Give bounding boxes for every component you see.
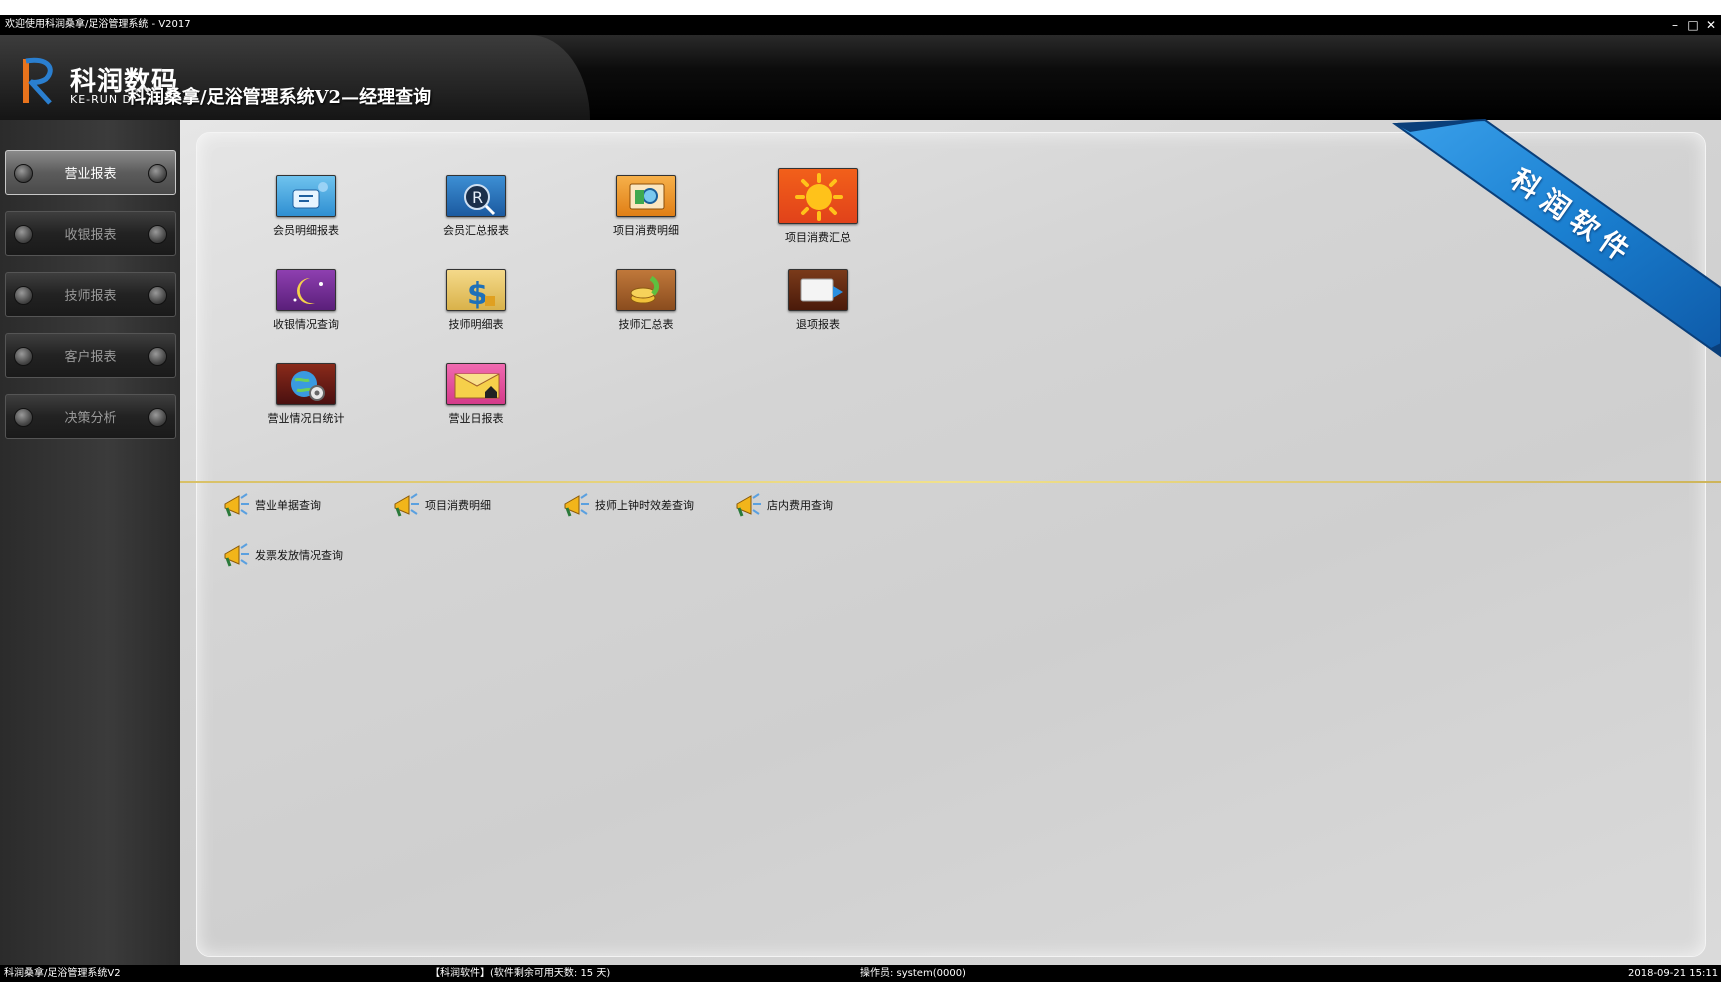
report-label: 技师汇总表 [618,318,674,331]
report-label: 退项报表 [796,318,840,331]
minimize-button[interactable]: – [1669,18,1681,32]
sidebar-item-label: 技师报表 [64,289,117,304]
moon-icon [276,269,336,311]
query-label: 技师上钟时效差查询 [595,499,694,512]
nav-dot-icon [14,225,33,244]
status-license: 【科润软件】(软件剩余可用天数: 15 天) [430,968,611,979]
svg-text:R: R [472,188,483,207]
query-label: 项目消费明细 [425,499,491,512]
query-technician-timing[interactable]: 技师上钟时效差查询 [561,492,694,518]
query-invoice-issuance[interactable]: 发票发放情况查询 [221,542,343,568]
megaphone-icon [224,543,249,567]
member-summary-icon: R [446,175,506,217]
logo-subtext: KE-RUN D [70,93,133,106]
sun-icon [778,168,858,224]
sidebar-item-business-report[interactable]: 营业报表 [5,150,176,195]
nav-dot-icon [148,347,167,366]
globe-gear-icon [276,363,336,405]
nav-dot-icon [14,347,33,366]
report-technician-summary[interactable]: 技师汇总表 [581,269,711,332]
sidebar-item-label: 客户报表 [64,350,117,365]
report-label: 营业情况日统计 [267,412,345,425]
sidebar-item-label: 收银报表 [64,228,117,243]
close-button[interactable]: ✕ [1705,18,1717,32]
home-icon [446,363,506,405]
dollar-icon: $ [446,269,506,311]
megaphone-icon [736,493,761,517]
nav-dot-icon [148,408,167,427]
megaphone-icon [394,493,419,517]
svg-text:$: $ [467,277,488,311]
maximize-button[interactable]: □ [1687,18,1699,32]
sidebar-item-label: 决策分析 [64,411,117,426]
coins-icon [616,269,676,311]
nav-dot-icon [148,225,167,244]
sidebar: 营业报表 收银报表 技师报表 客户报表 决策分析 [0,120,180,965]
status-datetime: 2018-09-21 15:11 [1628,968,1719,979]
sidebar-item-decision-analysis[interactable]: 决策分析 [5,394,176,439]
query-label: 发票发放情况查询 [255,549,343,562]
member-detail-icon [276,175,336,217]
window-controls: – □ ✕ [1669,15,1717,35]
app-header: 科润数码 KE-RUN D 科润桑拿/足浴管理系统V2—经理查询 [0,35,1721,120]
nav-dot-icon [14,286,33,305]
section-divider [180,481,1721,483]
return-icon [788,269,848,311]
nav-dot-icon [148,286,167,305]
report-label: 营业日报表 [448,412,504,425]
item-detail-icon [616,175,676,217]
megaphone-icon [564,493,589,517]
status-bar: 科润桑拿/足浴管理系统V2 【科润软件】(软件剩余可用天数: 15 天) 操作员… [0,965,1721,982]
query-store-expenses[interactable]: 店内费用查询 [733,492,833,518]
sidebar-item-label: 营业报表 [64,167,117,182]
nav-dot-icon [14,408,33,427]
report-item-detail[interactable]: 项目消费明细 [581,175,711,238]
megaphone-icon [224,493,249,517]
report-daily-stats[interactable]: 营业情况日统计 [241,363,371,426]
logo-r-icon [23,57,53,105]
report-label: 项目消费汇总 [785,231,851,244]
report-label: 项目消费明细 [613,224,679,237]
report-daily-business[interactable]: 营业日报表 [411,363,541,426]
report-technician-detail[interactable]: $ 技师明细表 [411,269,541,332]
report-label: 收银情况查询 [273,318,339,331]
sidebar-item-cashier-report[interactable]: 收银报表 [5,211,176,256]
report-label: 技师明细表 [448,318,504,331]
sidebar-item-technician-report[interactable]: 技师报表 [5,272,176,317]
query-business-receipts[interactable]: 营业单据查询 [221,492,321,518]
status-app-name: 科润桑拿/足浴管理系统V2 [4,968,121,979]
report-label: 会员汇总报表 [443,224,509,237]
report-member-detail[interactable]: 会员明细报表 [241,175,371,238]
query-item-detail[interactable]: 项目消费明细 [391,492,491,518]
report-returns[interactable]: 退项报表 [753,269,883,332]
nav-dot-icon [14,164,33,183]
corner-ribbon: 科润软件 [1390,118,1721,358]
window-title: 欢迎使用科润桑拿/足浴管理系统 - V2017 [0,15,1721,35]
query-label: 营业单据查询 [255,499,321,512]
report-label: 会员明细报表 [273,224,339,237]
query-label: 店内费用查询 [767,499,833,512]
status-operator: 操作员: system(0000) [860,968,966,979]
app-title: 科润桑拿/足浴管理系统V2—经理查询 [128,87,432,108]
sidebar-item-customer-report[interactable]: 客户报表 [5,333,176,378]
report-member-summary[interactable]: R 会员汇总报表 [411,175,541,238]
top-strip [0,0,1721,15]
report-item-summary[interactable]: 项目消费汇总 [753,168,883,245]
nav-dot-icon [148,164,167,183]
report-cashier-query[interactable]: 收银情况查询 [241,269,371,332]
